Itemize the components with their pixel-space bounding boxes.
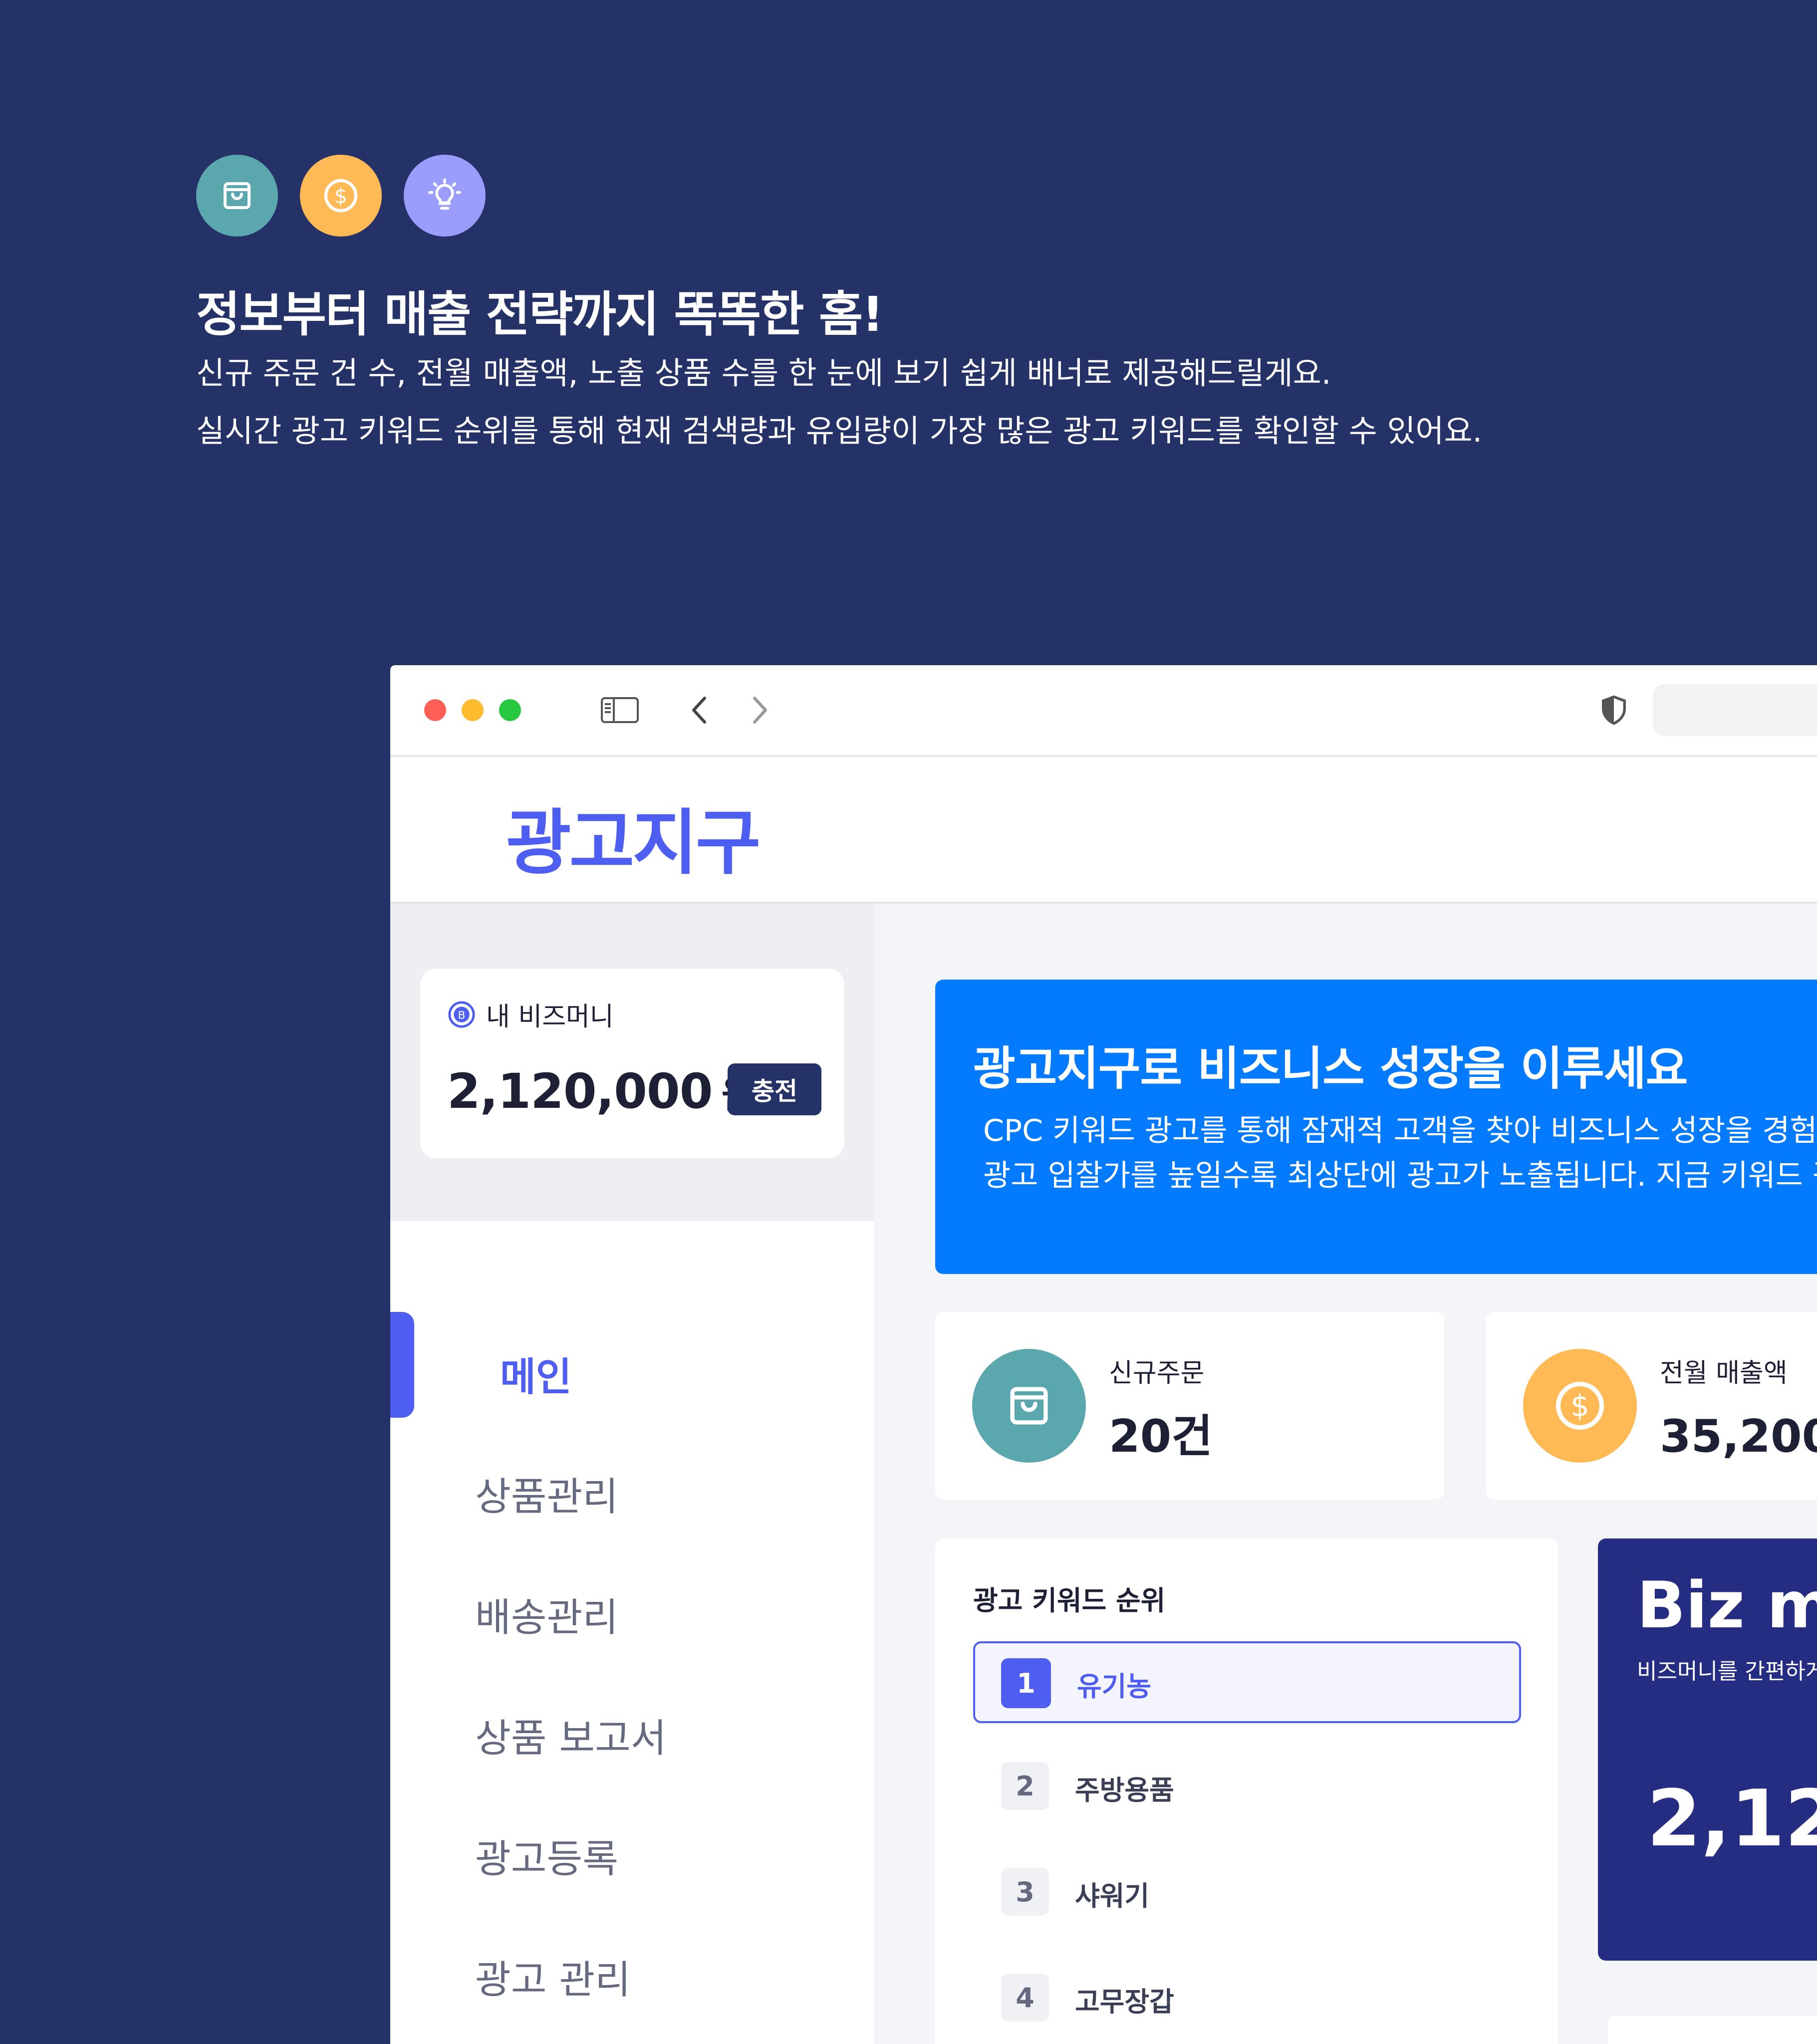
stat-label: 전월 매출액 (1660, 1358, 1788, 1388)
nav-item-ad-register[interactable]: 광고등록 (475, 1828, 618, 1884)
dollar-coin-icon: $ (1523, 1349, 1637, 1463)
shield-icon[interactable] (1598, 694, 1630, 726)
biz-money-promo-card[interactable]: Biz money 비즈머니를 간편하게 2,120,000 (1598, 1538, 1817, 1961)
active-nav-indicator (390, 1312, 414, 1418)
stat-value: 20건 (1109, 1410, 1213, 1463)
dollar-coin-icon: $ (300, 155, 382, 237)
keyword-row[interactable]: 2 주방용품 (973, 1739, 1521, 1821)
secondary-card (1608, 2016, 1817, 2044)
maximize-window-button[interactable] (499, 699, 521, 721)
keyword-name: 샤워기 (1075, 1880, 1150, 1912)
banner-title: 광고지구로 비즈니스 성장을 이루세요 (973, 1042, 1688, 1095)
biz-card-title: Biz money (1637, 1568, 1817, 1643)
close-window-button[interactable] (424, 699, 446, 721)
nav-item-main[interactable]: 메인 (500, 1346, 572, 1402)
app-logo[interactable]: 광고지구 (506, 785, 761, 888)
sidebar-nav: 메인 상품관리 배송관리 상품 보고서 광고등록 광고 관리 (390, 1221, 874, 2044)
shopping-bag-icon (972, 1349, 1086, 1463)
browser-window: 광고지구 B 내 비즈머니 2,120,000원 충전 메인 상품관리 배송관리… (390, 665, 1817, 2044)
keyword-rank-badge: 2 (1001, 1762, 1049, 1810)
biz-money-card: B 내 비즈머니 2,120,000원 충전 (420, 969, 844, 1158)
charge-button[interactable]: 충전 (728, 1063, 821, 1115)
shopping-bag-icon (196, 155, 278, 237)
biz-money-amount: 2,120,000원 (447, 1063, 756, 1119)
hero-description-line: 실시간 광고 키워드 순위를 통해 현재 검색량과 유입량이 가장 많은 광고 … (196, 413, 1483, 449)
hero-description: 신규 주문 건 수, 전월 매출액, 노출 상품 수를 한 눈에 보기 쉽게 배… (196, 344, 1482, 460)
biz-money-value: 2,120,000 (447, 1063, 713, 1119)
biz-card-amount: 2,120,000 (1647, 1773, 1817, 1864)
hero-icons: $ (196, 155, 486, 237)
stat-label: 신규주문 (1109, 1358, 1205, 1388)
nav-item-shipping[interactable]: 배송관리 (475, 1586, 618, 1642)
main-content: 광고지구로 비즈니스 성장을 이루세요 CPC 키워드 광고를 통해 잠재적 고… (874, 904, 1817, 2044)
hero-description-line: 신규 주문 건 수, 전월 매출액, 노출 상품 수를 한 눈에 보기 쉽게 배… (196, 355, 1331, 391)
keyword-name: 고무장갑 (1075, 1986, 1174, 2018)
biz-money-label: B 내 비즈머니 (447, 996, 614, 1033)
app-header: 광고지구 (390, 757, 1817, 904)
biz-money-label-text: 내 비즈머니 (486, 1002, 614, 1032)
keyword-name: 주방용품 (1075, 1775, 1174, 1806)
keyword-ranking-card: 광고 키워드 순위 1 유기농 2 주방용품 3 샤워기 4 고무장갑 (935, 1538, 1558, 2044)
svg-text:$: $ (334, 184, 347, 208)
stat-card-monthly-sales: $ 전월 매출액 35,200 원 (1486, 1312, 1817, 1500)
keyword-ranking-title: 광고 키워드 순위 (973, 1585, 1166, 1616)
forward-chevron-icon[interactable] (740, 692, 779, 728)
sidebar-wallet-area: B 내 비즈머니 2,120,000원 충전 (390, 904, 874, 1221)
keyword-rank-badge: 3 (1001, 1868, 1049, 1916)
keyword-name: 유기농 (1077, 1671, 1152, 1702)
back-chevron-icon[interactable] (680, 692, 720, 728)
keyword-rank-badge: 4 (1001, 1974, 1049, 2022)
lightbulb-icon (404, 155, 486, 237)
keyword-rank-badge: 1 (1001, 1658, 1051, 1708)
stat-card-new-orders: 신규주문 20건 (935, 1312, 1444, 1500)
nav-item-products[interactable]: 상품관리 (475, 1466, 618, 1522)
promo-banner[interactable]: 광고지구로 비즈니스 성장을 이루세요 CPC 키워드 광고를 통해 잠재적 고… (935, 980, 1817, 1274)
svg-text:B: B (458, 1009, 466, 1022)
address-bar[interactable] (1653, 684, 1817, 736)
keyword-row[interactable]: 3 샤워기 (973, 1845, 1521, 1927)
hero-title: 정보부터 매출 전략까지 똑똑한 홈! (196, 286, 884, 342)
minimize-window-button[interactable] (462, 699, 484, 721)
browser-toolbar (390, 665, 1817, 757)
stat-value: 35,200 원 (1660, 1410, 1817, 1463)
banner-text-line: CPC 키워드 광고를 통해 잠재적 고객을 찾아 비즈니스 성장을 경험 (983, 1113, 1817, 1148)
sidebar-toggle-icon[interactable] (600, 692, 640, 728)
keyword-row[interactable]: 4 고무장갑 (973, 1951, 1521, 2033)
svg-text:$: $ (1570, 1389, 1589, 1424)
biz-card-subtitle: 비즈머니를 간편하게 (1637, 1659, 1817, 1684)
nav-item-ad-manage[interactable]: 광고 관리 (475, 1949, 631, 2005)
keyword-row[interactable]: 1 유기농 (973, 1641, 1521, 1723)
coin-icon: B (448, 1001, 475, 1028)
nav-item-product-report[interactable]: 상품 보고서 (475, 1707, 667, 1763)
banner-text-line: 광고 입찰가를 높일수록 최상단에 광고가 노출됩니다. 지금 키워드 광 (983, 1158, 1817, 1193)
